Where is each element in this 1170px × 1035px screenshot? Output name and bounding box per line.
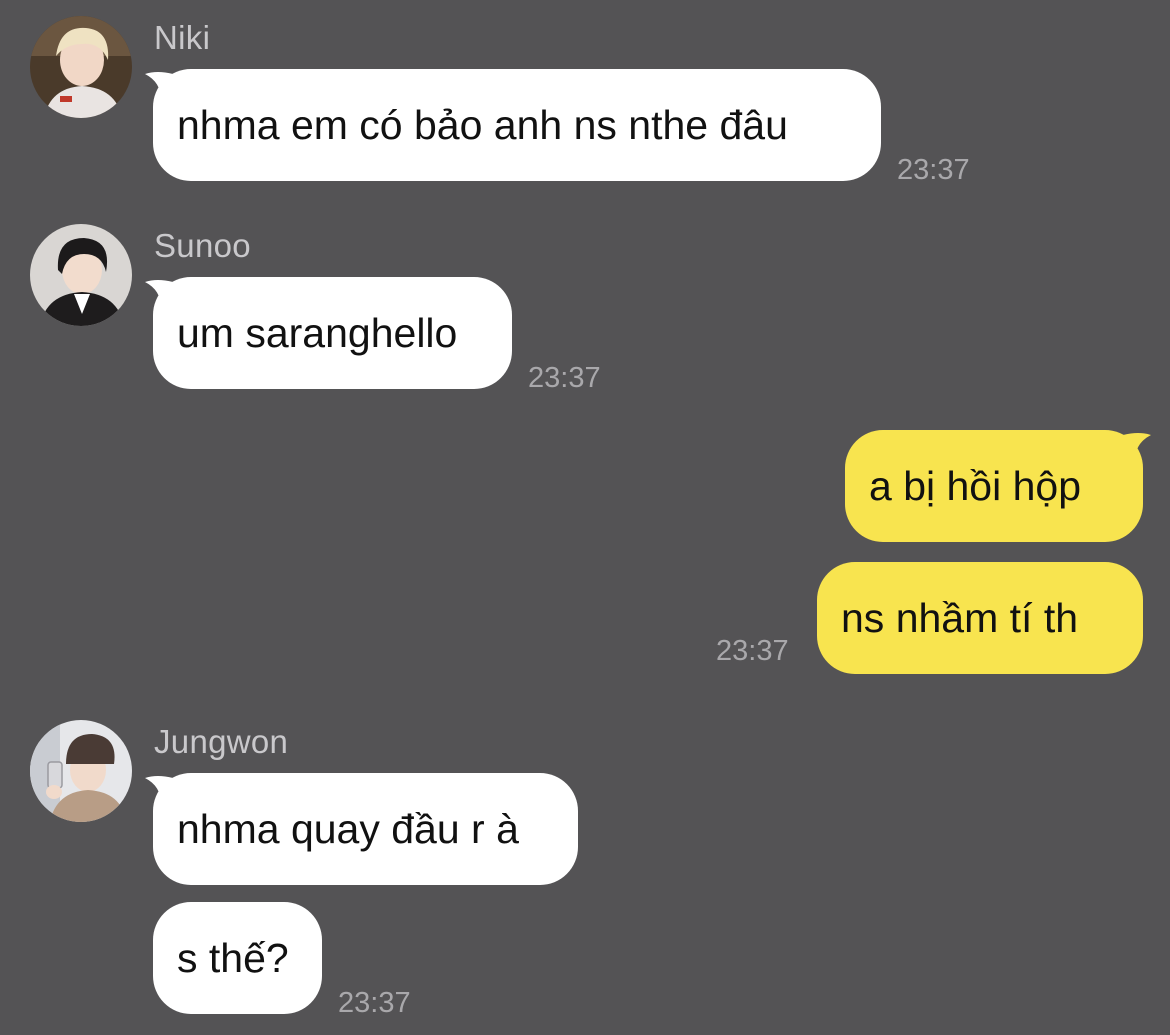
message-bubble[interactable]: um saranghello bbox=[153, 277, 512, 389]
sender-name: Jungwon bbox=[154, 723, 289, 760]
user-avatar-sunoo-icon bbox=[30, 224, 132, 326]
avatar-jungwon[interactable] bbox=[30, 720, 132, 822]
message-bubble[interactable]: nhma em có bảo anh ns nthe đâu bbox=[153, 69, 881, 181]
sender-name: Sunoo bbox=[154, 227, 251, 264]
message-bubble[interactable]: ns nhầm tí th bbox=[817, 562, 1143, 674]
avatar-sunoo[interactable] bbox=[30, 224, 132, 326]
message-timestamp: 23:37 bbox=[897, 154, 970, 186]
message-timestamp: 23:37 bbox=[338, 987, 411, 1019]
message-timestamp: 23:37 bbox=[716, 635, 789, 667]
sender-name: Niki bbox=[154, 19, 211, 56]
avatar-niki[interactable] bbox=[30, 16, 132, 118]
user-avatar-niki-icon bbox=[30, 16, 132, 118]
message-bubble[interactable]: nhma quay đầu r à bbox=[153, 773, 578, 885]
message-bubble[interactable]: s thế? bbox=[153, 902, 322, 1014]
user-avatar-jungwon-icon bbox=[30, 720, 132, 822]
message-timestamp: 23:37 bbox=[528, 362, 601, 394]
message-bubble[interactable]: a bị hồi hộp bbox=[845, 430, 1143, 542]
